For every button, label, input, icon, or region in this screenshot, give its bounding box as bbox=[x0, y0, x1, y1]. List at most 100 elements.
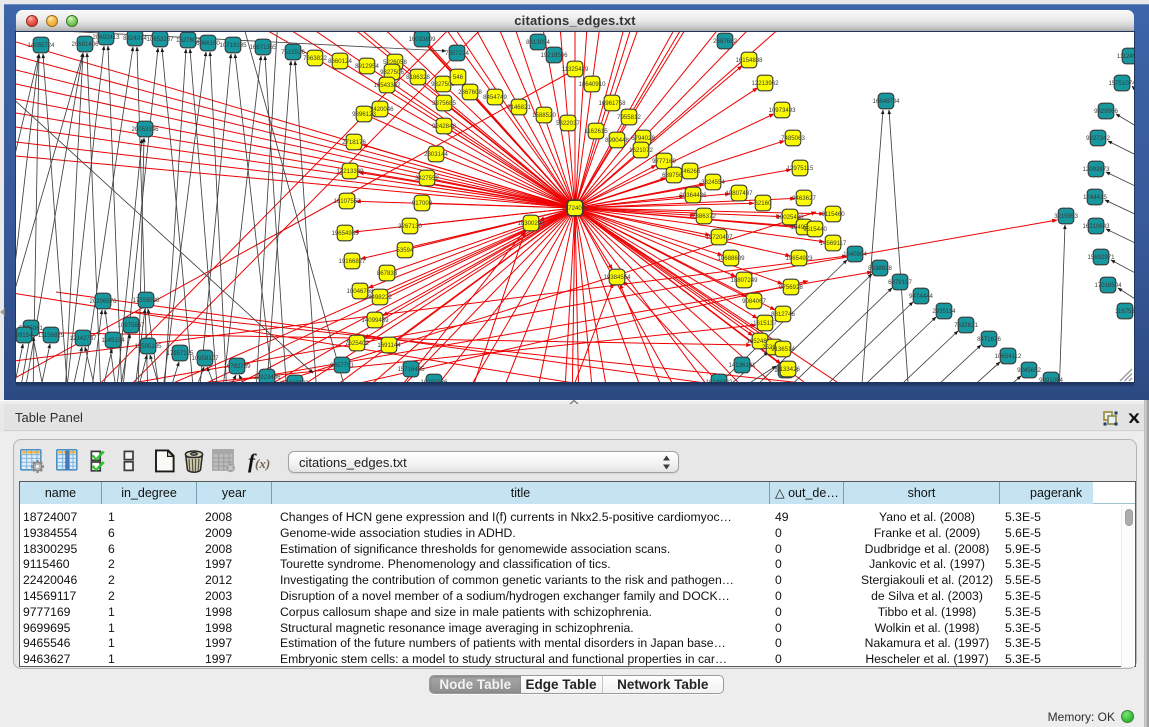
svg-text:9115460: 9115460 bbox=[821, 211, 845, 218]
svg-text:8186328: 8186328 bbox=[406, 74, 430, 81]
svg-text:12975115: 12975115 bbox=[787, 165, 814, 172]
svg-text:2718176: 2718176 bbox=[342, 139, 366, 146]
svg-text:9245652: 9245652 bbox=[1017, 367, 1041, 374]
svg-text:3267130: 3267130 bbox=[398, 223, 422, 230]
svg-text:6794028: 6794028 bbox=[631, 135, 655, 142]
svg-text:11156829: 11156829 bbox=[38, 332, 65, 339]
svg-text:546: 546 bbox=[453, 74, 464, 81]
svg-text:16543362: 16543362 bbox=[373, 82, 401, 89]
svg-text:8660124: 8660124 bbox=[328, 58, 352, 65]
svg-text:5322037: 5322037 bbox=[556, 120, 580, 127]
svg-text:11124948: 11124948 bbox=[1117, 53, 1134, 60]
svg-text:18248342: 18248342 bbox=[705, 379, 733, 382]
svg-text:9756928: 9756928 bbox=[779, 284, 803, 291]
svg-text:2803144: 2803144 bbox=[424, 151, 448, 158]
svg-text:1621072: 1621072 bbox=[629, 147, 653, 154]
svg-text:12342737: 12342737 bbox=[69, 335, 97, 342]
svg-text:19384554: 19384554 bbox=[603, 274, 631, 281]
svg-text:746266: 746266 bbox=[680, 168, 701, 175]
svg-text:15692971: 15692971 bbox=[1087, 254, 1115, 261]
svg-text:1145194: 1145194 bbox=[101, 337, 125, 344]
svg-text:9463627: 9463627 bbox=[792, 195, 816, 202]
svg-text:8498222: 8498222 bbox=[368, 294, 392, 301]
svg-text:8990448: 8990448 bbox=[605, 137, 629, 144]
svg-text:16961758: 16961758 bbox=[598, 100, 626, 107]
svg-text:8938928: 8938928 bbox=[868, 265, 892, 272]
svg-text:19654985: 19654985 bbox=[331, 230, 359, 237]
svg-text:7663822: 7663822 bbox=[303, 55, 327, 62]
svg-text:10975867: 10975867 bbox=[117, 322, 145, 329]
svg-text:12213389: 12213389 bbox=[336, 168, 364, 175]
svg-text:9227342: 9227342 bbox=[1086, 135, 1110, 142]
svg-text:867833: 867833 bbox=[377, 270, 398, 277]
svg-text:7625402: 7625402 bbox=[345, 340, 369, 347]
svg-text:9474444: 9474444 bbox=[909, 293, 933, 300]
svg-text:917008: 917008 bbox=[412, 200, 433, 207]
svg-text:9084067: 9084067 bbox=[742, 298, 766, 305]
svg-text:17359928: 17359928 bbox=[132, 297, 160, 304]
svg-text:8813054: 8813054 bbox=[526, 39, 550, 46]
svg-text:16154838: 16154838 bbox=[735, 57, 763, 64]
svg-text:18724007: 18724007 bbox=[561, 205, 589, 212]
svg-text:18300295: 18300295 bbox=[517, 220, 545, 227]
svg-text:20206576: 20206576 bbox=[89, 298, 117, 305]
svg-text:9515440: 9515440 bbox=[803, 226, 827, 233]
svg-text:7485063: 7485063 bbox=[781, 135, 805, 142]
svg-text:10653267: 10653267 bbox=[146, 36, 174, 43]
svg-text:7886372: 7886372 bbox=[692, 213, 716, 220]
svg-text:14055724: 14055724 bbox=[27, 42, 55, 49]
svg-text:8912954: 8912954 bbox=[355, 63, 379, 70]
svg-text:10719185: 10719185 bbox=[219, 42, 247, 49]
svg-text:2935114: 2935114 bbox=[932, 308, 956, 315]
svg-text:9327506: 9327506 bbox=[380, 69, 404, 76]
svg-text:3824554: 3824554 bbox=[701, 179, 725, 186]
svg-text:2687682: 2687682 bbox=[713, 38, 737, 45]
svg-text:3427552: 3427552 bbox=[415, 175, 439, 182]
svg-text:7955812: 7955812 bbox=[617, 114, 641, 121]
svg-text:9133426: 9133426 bbox=[776, 366, 800, 373]
svg-text:12505185: 12505185 bbox=[134, 343, 162, 350]
svg-text:12923486: 12923486 bbox=[253, 374, 281, 381]
svg-text:15716485: 15716485 bbox=[397, 366, 425, 373]
svg-text:18807249: 18807249 bbox=[730, 277, 758, 284]
svg-text:11325419: 11325419 bbox=[562, 66, 589, 73]
svg-text:6879197: 6879197 bbox=[888, 279, 912, 286]
svg-text:8471676: 8471676 bbox=[977, 336, 1001, 343]
svg-text:10973493: 10973493 bbox=[768, 107, 796, 114]
svg-text:7515526: 7515526 bbox=[281, 49, 305, 56]
svg-text:19654923: 19654923 bbox=[785, 255, 813, 262]
svg-text:7632621: 7632621 bbox=[954, 322, 978, 329]
svg-text:8324014: 8324014 bbox=[123, 35, 147, 42]
svg-text:9329966: 9329966 bbox=[1094, 108, 1118, 115]
svg-text:9777169: 9777169 bbox=[652, 158, 676, 165]
svg-text:14136141: 14136141 bbox=[728, 362, 756, 369]
svg-text:3375685: 3375685 bbox=[432, 100, 456, 107]
svg-text:39154: 39154 bbox=[16, 332, 33, 339]
svg-text:6966160: 6966160 bbox=[196, 40, 220, 47]
svg-text:9657791: 9657791 bbox=[330, 362, 354, 369]
svg-text:9242848: 9242848 bbox=[432, 123, 456, 130]
svg-text:19218506: 19218506 bbox=[540, 52, 568, 59]
svg-text:10654112: 10654112 bbox=[995, 353, 1022, 360]
svg-text:10282936: 10282936 bbox=[420, 379, 448, 382]
svg-text:1244415: 1244415 bbox=[1083, 194, 1107, 201]
svg-text:20692413: 20692413 bbox=[92, 34, 120, 41]
svg-text:12093873: 12093873 bbox=[1082, 166, 1110, 173]
svg-text:20364436: 20364436 bbox=[679, 192, 707, 199]
svg-text:12213962: 12213962 bbox=[751, 80, 779, 87]
svg-text:1691144: 1691144 bbox=[377, 342, 401, 349]
svg-text:10688609: 10688609 bbox=[717, 255, 745, 262]
svg-text:10807487: 10807487 bbox=[725, 190, 753, 197]
svg-text:20053346: 20053346 bbox=[131, 126, 159, 133]
svg-text:16463972: 16463972 bbox=[281, 380, 309, 382]
svg-text:8454749: 8454749 bbox=[483, 94, 507, 101]
svg-text:1640954: 1640954 bbox=[843, 251, 867, 258]
svg-text:16648784: 16648784 bbox=[872, 98, 900, 105]
svg-text:8812746: 8812746 bbox=[771, 311, 795, 318]
svg-text:15720407: 15720407 bbox=[705, 234, 733, 241]
svg-text:116753: 116753 bbox=[1115, 308, 1134, 315]
svg-text:1615137: 1615137 bbox=[753, 320, 777, 327]
svg-text:19166827: 19166827 bbox=[338, 258, 366, 265]
svg-text:62160: 62160 bbox=[755, 200, 773, 207]
svg-text:2867608: 2867608 bbox=[458, 89, 482, 96]
